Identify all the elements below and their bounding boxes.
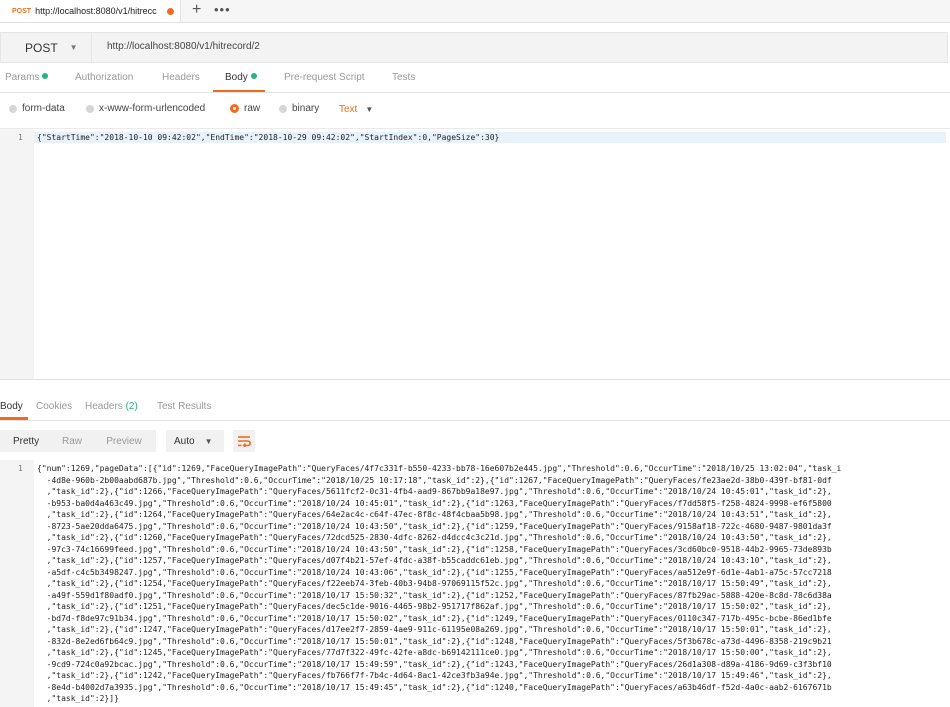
- body-indicator-icon: [250, 73, 257, 79]
- unsaved-dot-icon: [167, 7, 175, 15]
- tab-headers[interactable]: Headers: [162, 72, 200, 83]
- chevron-down-icon: ▼: [204, 436, 213, 446]
- radio-label: binary: [292, 103, 320, 114]
- preview-button[interactable]: Preview: [92, 430, 156, 452]
- request-body-editor[interactable]: 1 {"StartTime":"2018-10-10 09:42:02","En…: [0, 128, 950, 380]
- request-body-text[interactable]: {"StartTime":"2018-10-10 09:42:02","EndT…: [37, 133, 499, 142]
- tab-tests[interactable]: Tests: [392, 72, 415, 83]
- line-gutter: 1: [0, 129, 34, 379]
- wrap-lines-button[interactable]: [233, 430, 255, 452]
- tab-cookies[interactable]: Cookies: [36, 401, 72, 412]
- tab-body-label: Body: [225, 72, 248, 83]
- response-line: {"num":1269,"pageData":[{"id":1269,"Face…: [37, 464, 842, 473]
- url-input[interactable]: http://localhost:8080/v1/hitrecord/2: [107, 41, 260, 52]
- response-line: ,"task_id":2},{"id":1254,"FaceQueryImage…: [37, 579, 832, 588]
- response-line: -97c3-74c16699feed.jpg","Threshold":0.6,…: [37, 544, 832, 554]
- body-type-options: form-data x-www-form-urlencoded raw bina…: [0, 100, 950, 120]
- raw-button[interactable]: Raw: [52, 430, 92, 452]
- response-line: -b953-ba0d4a463c49.jpg","Threshold":0.6,…: [37, 498, 832, 508]
- wrap-icon: [238, 436, 251, 447]
- tab-pre-request-script[interactable]: Pre-request Script: [284, 72, 365, 83]
- request-tabs: Params Authorization Headers Body Pre-re…: [0, 68, 950, 93]
- radio-circle-icon: [86, 104, 94, 113]
- response-body-viewer[interactable]: 1 {"num":1269,"pageData":[{"id":1269,"Fa…: [0, 460, 950, 707]
- tab-params-label: Params: [5, 72, 40, 83]
- more-options-button[interactable]: •••: [214, 2, 231, 17]
- tab-response-headers[interactable]: Headers (2): [85, 401, 138, 412]
- radio-circle-icon: [279, 104, 287, 113]
- raw-type-select[interactable]: Text ▼: [339, 104, 373, 115]
- active-tab-underline: [213, 90, 265, 92]
- response-line: -4d8e-960b-2b00aabd687b.jpg","Threshold"…: [37, 475, 832, 485]
- new-tab-button[interactable]: +: [192, 2, 201, 18]
- radio-label: raw: [244, 103, 261, 114]
- radio-circle-icon: [9, 104, 17, 113]
- headers-count: (2): [125, 401, 138, 412]
- url-bar: POST ▼ http://localhost:8080/v1/hitrecor…: [0, 32, 948, 63]
- radio-selected-icon: [230, 104, 239, 113]
- tab-title: http://localhost:8080/v1/hitrecc: [35, 6, 157, 16]
- response-line: -8e4d-b4002d7a3935.jpg","Threshold":0.6,…: [37, 682, 832, 692]
- tab-params[interactable]: Params: [5, 72, 49, 83]
- radio-label: x-www-form-urlencoded: [99, 103, 206, 114]
- response-line: -8723-5ae20dda6475.jpg","Threshold":0.6,…: [37, 521, 832, 531]
- tab-test-results[interactable]: Test Results: [157, 401, 211, 412]
- tab-authorization[interactable]: Authorization: [75, 72, 133, 83]
- tab-method-label: POST: [12, 7, 32, 15]
- format-toolbar: Pretty Raw Preview Auto ▼: [0, 430, 950, 454]
- tab-bar: POST http://localhost:8080/v1/hitrecc + …: [0, 0, 950, 23]
- radio-form-data[interactable]: form-data: [9, 103, 65, 114]
- response-line: ,"task_id":2}]}: [37, 694, 119, 703]
- radio-label: form-data: [22, 103, 65, 114]
- response-line: ,"task_id":2},{"id":1264,"FaceQueryImage…: [37, 510, 832, 519]
- tab-body[interactable]: Body: [225, 72, 257, 83]
- response-line: ,"task_id":2},{"id":1242,"FaceQueryImage…: [37, 671, 832, 680]
- method-label: POST: [25, 40, 58, 55]
- line-number: 1: [18, 464, 23, 473]
- response-line: ,"task_id":2},{"id":1257,"FaceQueryImage…: [37, 556, 832, 565]
- line-gutter: 1: [0, 460, 34, 707]
- response-line: ,"task_id":2},{"id":1260,"FaceQueryImage…: [37, 533, 832, 542]
- tab-response-body[interactable]: Body: [0, 401, 23, 412]
- auto-select[interactable]: Auto ▼: [166, 430, 224, 452]
- radio-binary[interactable]: binary: [279, 103, 319, 114]
- pretty-button[interactable]: Pretty: [0, 430, 52, 452]
- response-line: ,"task_id":2},{"id":1251,"FaceQueryImage…: [37, 602, 832, 611]
- tab-headers-label: Headers: [85, 401, 123, 412]
- response-line: -bd7d-f8de97c91b34.jpg","Threshold":0.6,…: [37, 613, 832, 623]
- response-line: -9cd9-724c0a92bcac.jpg","Threshold":0.6,…: [37, 659, 832, 669]
- chevron-down-icon: ▼: [69, 43, 78, 52]
- response-tab-underline: [0, 417, 28, 420]
- radio-raw[interactable]: raw: [230, 103, 260, 114]
- response-line: -a5df-c4c5b3498247.jpg","Threshold":0.6,…: [37, 567, 832, 577]
- line-number: 1: [18, 133, 23, 142]
- auto-label: Auto: [174, 435, 195, 447]
- radio-urlencoded[interactable]: x-www-form-urlencoded: [86, 103, 205, 114]
- response-line: ,"task_id":2},{"id":1247,"FaceQueryImage…: [37, 625, 832, 634]
- response-line: ,"task_id":2},{"id":1245,"FaceQueryImage…: [37, 648, 832, 657]
- response-line: ,"task_id":2},{"id":1266,"FaceQueryImage…: [37, 487, 832, 496]
- params-indicator-icon: [42, 73, 49, 79]
- request-tab[interactable]: POST http://localhost:8080/v1/hitrecc: [0, 0, 181, 22]
- response-line: -832d-8e2ed6fb64c9.jpg","Threshold":0.6,…: [37, 636, 832, 646]
- response-tabs: Body Cookies Headers (2) Test Results: [0, 396, 950, 421]
- response-line: -a49f-559d1f80adf0.jpg","Threshold":0.6,…: [37, 590, 832, 600]
- chevron-down-icon: ▼: [365, 105, 374, 114]
- response-body-text: {"num":1269,"pageData":[{"id":1269,"Face…: [37, 463, 947, 705]
- method-select[interactable]: POST ▼: [1, 33, 92, 62]
- raw-type-label: Text: [339, 104, 358, 115]
